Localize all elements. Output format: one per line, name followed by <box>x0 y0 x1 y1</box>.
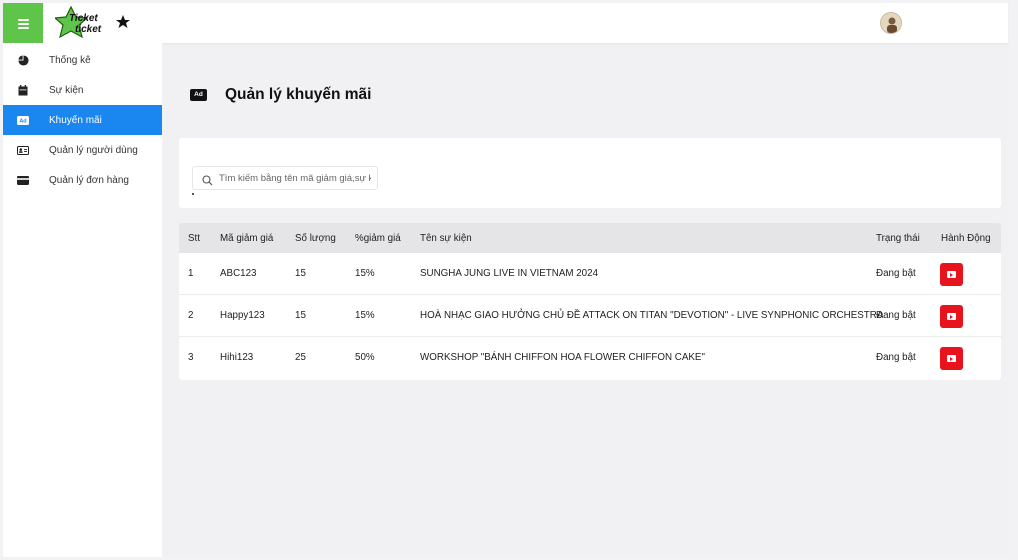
row-index: 2 <box>188 310 194 321</box>
sidebar-item-label: Sự kiện <box>49 84 84 96</box>
quantity: 15 <box>295 268 306 279</box>
search-icon <box>202 173 213 186</box>
row-index: 1 <box>188 268 194 279</box>
promo-code: Happy123 <box>220 310 265 321</box>
top-bar: Ticket ticket <box>3 3 1008 43</box>
quantity: 15 <box>295 310 306 321</box>
play-icon <box>947 271 956 278</box>
column-header-quantity: Số lượng <box>295 233 336 244</box>
column-header-action: Hành Động <box>941 233 991 244</box>
menu-toggle-button[interactable] <box>3 3 43 43</box>
id-card-icon <box>17 144 29 156</box>
table-row: 3 Hihi123 25 50% WORKSHOP "BÁNH CHIFFON … <box>179 337 1001 379</box>
sidebar-item-label: Quản lý đơn hàng <box>49 174 129 186</box>
column-header-discount: %giảm giá <box>355 233 401 244</box>
sidebar-item-order-management[interactable]: Quản lý đơn hàng <box>3 165 162 195</box>
credit-card-icon <box>17 174 29 186</box>
column-header-event: Tên sự kiện <box>420 233 472 244</box>
svg-text:Ad: Ad <box>19 118 26 124</box>
toggle-action-button[interactable] <box>940 305 963 328</box>
hamburger-icon <box>17 18 29 29</box>
pie-chart-icon <box>17 54 29 66</box>
sidebar-item-user-management[interactable]: Quản lý người dùng <box>3 135 162 165</box>
app-frame: Ticket ticket Thống kê Sự kiện Ad Khuyến… <box>3 3 1008 557</box>
search-box[interactable] <box>192 166 378 190</box>
column-header-code: Mã giảm giá <box>220 233 274 244</box>
discount-percent: 15% <box>355 310 375 321</box>
ticket-ticket-logo[interactable]: Ticket ticket <box>53 5 135 40</box>
ad-icon: Ad <box>190 89 207 101</box>
promo-code: Hihi123 <box>220 352 254 363</box>
page-title: Quản lý khuyến mãi <box>225 86 372 103</box>
divider-dot <box>192 193 194 195</box>
table-row: 1 ABC123 15 15% SUNGHA JUNG LIVE IN VIET… <box>179 253 1001 295</box>
sidebar-item-statistics[interactable]: Thống kê <box>3 45 162 75</box>
status-text: Đang bật <box>876 310 916 321</box>
sidebar-item-label: Khuyến mãi <box>49 114 102 126</box>
event-name: WORKSHOP "BÁNH CHIFFON HOA FLOWER CHIFFO… <box>420 352 705 363</box>
svg-text:Ticket: Ticket <box>69 13 98 24</box>
status-text: Đang bật <box>876 352 916 363</box>
row-index: 3 <box>188 352 194 363</box>
table-row: 2 Happy123 15 15% HOÀ NHẠC GIAO HƯỞNG CH… <box>179 295 1001 337</box>
column-header-stt: Stt <box>188 233 200 244</box>
discount-percent: 50% <box>355 352 375 363</box>
sidebar-item-label: Quản lý người dùng <box>49 144 138 156</box>
ad-icon: Ad <box>17 114 29 126</box>
table-header: Stt Mã giảm giá Số lượng %giảm giá Tên s… <box>179 223 1001 253</box>
promotions-table: Stt Mã giảm giá Số lượng %giảm giá Tên s… <box>179 223 1001 380</box>
sidebar-item-label: Thống kê <box>49 54 91 66</box>
toggle-action-button[interactable] <box>940 347 963 370</box>
search-card <box>179 138 1001 208</box>
quantity: 25 <box>295 352 306 363</box>
sidebar-item-promotions[interactable]: Ad Khuyến mãi <box>3 105 162 135</box>
play-icon <box>947 313 956 320</box>
toggle-action-button[interactable] <box>940 263 963 286</box>
event-name: SUNGHA JUNG LIVE IN VIETNAM 2024 <box>420 268 599 279</box>
svg-text:ticket: ticket <box>75 24 102 35</box>
status-text: Đang bật <box>876 268 916 279</box>
column-header-status: Trạng thái <box>876 233 920 244</box>
search-input[interactable] <box>219 170 371 186</box>
discount-percent: 15% <box>355 268 375 279</box>
promo-code: ABC123 <box>220 268 257 279</box>
play-icon <box>947 355 956 362</box>
sidebar-item-events[interactable]: Sự kiện <box>3 75 162 105</box>
user-avatar[interactable] <box>880 12 902 34</box>
calendar-icon <box>17 84 29 96</box>
event-name: HOÀ NHẠC GIAO HƯỞNG CHỦ ĐỀ ATTACK ON TIT… <box>420 310 884 321</box>
sidebar: Thống kê Sự kiện Ad Khuyến mãi Quản lý n… <box>3 43 162 557</box>
